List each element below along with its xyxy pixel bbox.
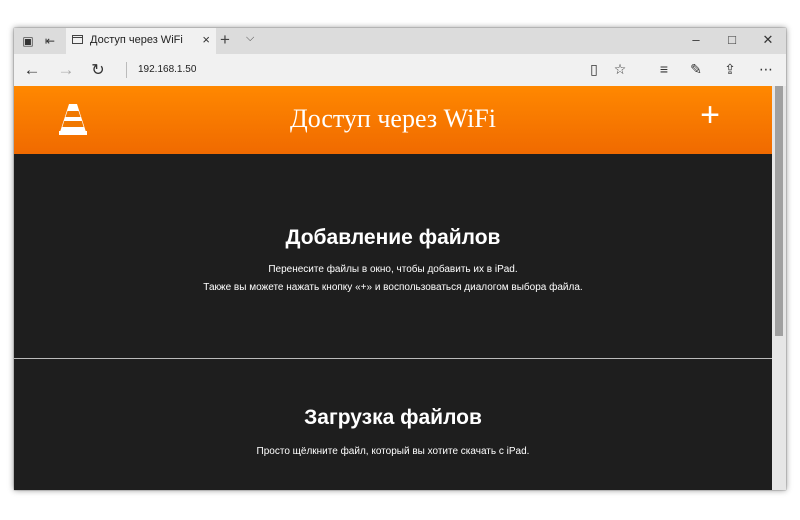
favorite-star-icon[interactable]: ☆ [610,61,630,78]
back-icon[interactable]: ← [22,60,42,80]
web-note-icon[interactable]: ✎ [686,61,706,78]
section-divider [14,358,772,359]
share-icon[interactable]: ⇪ [720,61,740,78]
add-file-button[interactable]: + [694,98,726,132]
address-separator [126,62,127,78]
page-header: Доступ через WiFi + [14,86,772,154]
upload-instruction-1: Перенесите файлы в окно, чтобы добавить … [268,264,518,275]
address-bar[interactable]: 192.168.1.50 [138,64,196,75]
browser-window: ▣ ⇤ Доступ через WiFi × + ⌵ – □ ✕ ← → ↻ … [14,28,786,490]
chevron-down-icon[interactable]: ⌵ [246,32,254,45]
maximize-icon[interactable]: □ [724,32,740,47]
upload-instruction-2: Также вы можете нажать кнопку «+» и восп… [203,282,583,293]
download-instruction: Просто щёлкните файл, который вы хотите … [256,446,530,457]
tab-preview-icon[interactable]: ▣ [20,33,36,49]
tab-title: Доступ через WiFi [90,34,183,46]
tab-active[interactable]: Доступ через WiFi × [66,28,216,54]
scrollbar-thumb[interactable] [775,86,783,336]
forward-icon[interactable]: → [56,60,76,80]
more-icon[interactable]: ⋯ [756,61,776,78]
tab-strip: ▣ ⇤ Доступ через WiFi × + ⌵ – □ ✕ [14,28,786,54]
plus-icon[interactable]: + [220,30,230,50]
minimize-icon[interactable]: – [688,32,704,47]
vertical-scrollbar[interactable] [772,86,786,490]
window-close-icon[interactable]: ✕ [760,32,776,48]
upload-section-title: Добавление файлов [285,226,501,249]
navigation-bar: ← → ↻ 192.168.1.50 ▯ ☆ ≡ ✎ ⇪ ⋯ [14,54,786,86]
close-icon[interactable]: × [202,32,210,47]
hub-icon[interactable]: ≡ [654,61,674,77]
page-content: Доступ через WiFi + Добавление файлов Пе… [14,86,772,490]
reading-view-icon[interactable]: ▯ [584,61,604,78]
refresh-icon[interactable]: ↻ [88,60,108,80]
download-section-title: Загрузка файлов [304,406,482,429]
set-aside-icon[interactable]: ⇤ [42,33,58,49]
page-title: Доступ через WiFi [289,104,496,133]
page-icon [72,35,83,44]
